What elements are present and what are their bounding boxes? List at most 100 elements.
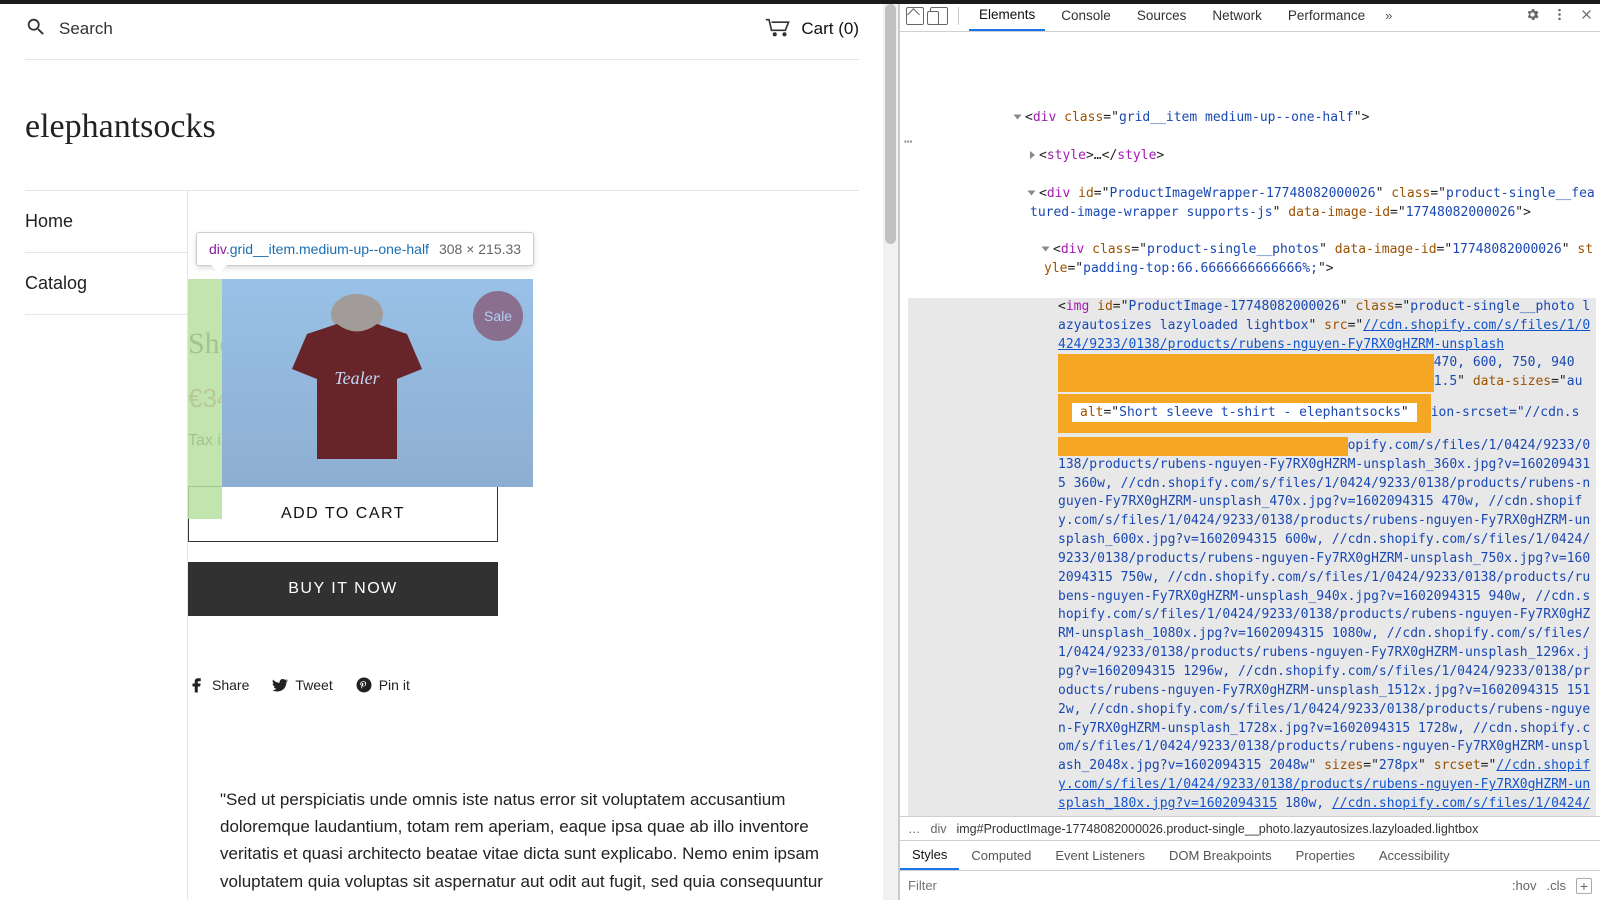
dom-tag: div	[1061, 242, 1084, 257]
inspector-tooltip: div.grid__item.medium-up--one-half 308 × …	[196, 232, 534, 266]
dom-val: padding-top:66.6666666666666%;	[1083, 261, 1318, 276]
dom-tree[interactable]: ⋯ <div class="grid__item medium-up--one-…	[900, 32, 1600, 816]
crumb-img[interactable]: img#ProductImage-17748082000026.product-…	[956, 822, 1478, 836]
close-icon[interactable]	[1579, 7, 1594, 25]
tab-performance[interactable]: Performance	[1278, 0, 1375, 31]
dom-attr: data-sizes	[1473, 374, 1551, 389]
tab-properties[interactable]: Properties	[1284, 841, 1367, 870]
cart-link[interactable]: Cart (0)	[765, 17, 859, 40]
social-share: Share Tweet Pin it	[188, 676, 498, 694]
tab-dom-breakpoints[interactable]: DOM Breakpoints	[1157, 841, 1284, 870]
share-label: Share	[212, 677, 249, 693]
dom-attr: src	[1324, 318, 1347, 333]
dom-attr: data-image-id	[1335, 242, 1437, 257]
styles-tabbar: Styles Computed Event Listeners DOM Brea…	[900, 840, 1600, 870]
site-brand[interactable]: elephantsocks	[25, 60, 859, 190]
dom-val: grid__item medium-up--one-half	[1119, 110, 1354, 125]
dom-val: ion-srcset="//cdn.s	[1431, 405, 1580, 420]
tab-sources[interactable]: Sources	[1127, 0, 1197, 31]
dom-attr: id	[1078, 186, 1094, 201]
product-description: "Sed ut perspiciatis unde omnis iste nat…	[188, 726, 859, 900]
webpage-panel: Search Cart (0) elephantsocks Home Catal…	[0, 0, 899, 900]
tab-elements[interactable]: Elements	[969, 0, 1045, 31]
dom-val: 278px	[1379, 758, 1418, 773]
top-bar: Search Cart (0)	[25, 0, 859, 60]
dom-attr: class	[1092, 242, 1131, 257]
crumb-div[interactable]: div	[931, 822, 947, 836]
tab-accessibility[interactable]: Accessibility	[1367, 841, 1462, 870]
devtools-toolbar: Elements Console Sources Network Perform…	[900, 0, 1600, 32]
dom-attr: class	[1355, 299, 1394, 314]
dom-gutter-ellipsis: ⋯	[900, 132, 912, 152]
share-facebook[interactable]: Share	[188, 676, 249, 694]
dom-breadcrumb[interactable]: … div img#ProductImage-17748082000026.pr…	[900, 816, 1600, 840]
cart-label: Cart (0)	[801, 19, 859, 39]
dom-attr: data-image-id	[1288, 205, 1390, 220]
twitter-icon	[271, 676, 289, 694]
dom-val: 17748082000026	[1452, 242, 1562, 257]
tab-network[interactable]: Network	[1202, 0, 1272, 31]
dom-tag: style	[1047, 148, 1086, 163]
share-pinterest[interactable]: Pin it	[355, 676, 410, 694]
dom-tag: div	[1047, 186, 1070, 201]
scrollbar-thumb[interactable]	[885, 4, 896, 244]
facebook-icon	[188, 676, 206, 694]
tab-styles[interactable]: Styles	[900, 841, 959, 870]
dom-val: 1.5	[1434, 374, 1457, 389]
nav-catalog[interactable]: Catalog	[25, 253, 187, 315]
new-style-rule-icon[interactable]: +	[1576, 878, 1592, 894]
dom-val: 180w,	[1277, 796, 1332, 811]
tab-console[interactable]: Console	[1051, 0, 1121, 31]
hov-toggle[interactable]: :hov	[1512, 878, 1537, 893]
pinterest-icon	[355, 676, 373, 694]
dom-attr: id	[1097, 299, 1113, 314]
side-nav: Home Catalog	[25, 190, 188, 900]
dom-val: 470, 600, 750, 940	[1434, 355, 1575, 370]
main-content: div.grid__item.medium-up--one-half 308 × …	[188, 190, 859, 900]
device-toolbar-icon[interactable]	[930, 7, 948, 25]
tooltip-class: .grid__item.medium-up--one-half	[226, 241, 429, 257]
tweet-label: Tweet	[295, 677, 332, 693]
dom-ellipsis: …	[1094, 148, 1102, 163]
dom-val: opify.com/s/	[1348, 438, 1442, 453]
crumb-ellipsis[interactable]: …	[908, 822, 921, 836]
alt-highlight-block: alt="Short sleeve t-shirt - elephantsock…	[1058, 394, 1431, 433]
tooltip-dim: 308 × 215.33	[439, 241, 521, 257]
dom-val: 17748082000026	[1406, 205, 1516, 220]
tab-event-listeners[interactable]: Event Listeners	[1043, 841, 1157, 870]
inspector-highlight: Tealer Sale	[188, 279, 533, 519]
pin-label: Pin it	[379, 677, 410, 693]
dom-val: product-single__photos	[1147, 242, 1319, 257]
dom-tag: img	[1066, 299, 1089, 314]
cart-icon	[765, 17, 791, 40]
dom-tag: div	[1033, 110, 1056, 125]
inspect-element-icon[interactable]	[906, 7, 924, 25]
tooltip-tag: div	[209, 241, 226, 257]
styles-filter-input[interactable]	[908, 878, 1512, 893]
dom-tag: style	[1117, 148, 1156, 163]
dom-val: ProductImageWrapper-17748082000026	[1109, 186, 1375, 201]
styles-filter-bar: :hov .cls +	[900, 870, 1600, 900]
page-scrollbar[interactable]	[883, 0, 898, 900]
search-icon	[25, 16, 47, 41]
cls-toggle[interactable]: .cls	[1547, 878, 1567, 893]
browser-top-strip	[0, 0, 1600, 4]
dom-attr: sizes	[1324, 758, 1363, 773]
buy-now-button[interactable]: BUY IT NOW	[188, 562, 498, 616]
devtools-panel: Elements Console Sources Network Perform…	[899, 0, 1600, 900]
gear-icon[interactable]	[1525, 7, 1540, 25]
tab-computed[interactable]: Computed	[959, 841, 1043, 870]
dom-attr: class	[1391, 186, 1430, 201]
share-twitter[interactable]: Tweet	[271, 676, 332, 694]
dom-attr: class	[1064, 110, 1103, 125]
dom-val: ProductImage-17748082000026	[1128, 299, 1339, 314]
highlight-content	[222, 279, 533, 487]
nav-home[interactable]: Home	[25, 191, 187, 253]
search-button[interactable]: Search	[25, 16, 113, 41]
highlight-margin	[188, 279, 222, 519]
tabs-overflow-icon[interactable]: »	[1385, 8, 1392, 23]
dom-selected-node[interactable]: <img id="ProductImage-17748082000026" cl…	[908, 298, 1596, 816]
search-label: Search	[59, 19, 113, 39]
toolbar-separator	[958, 7, 959, 25]
kebab-menu-icon[interactable]	[1552, 7, 1567, 25]
